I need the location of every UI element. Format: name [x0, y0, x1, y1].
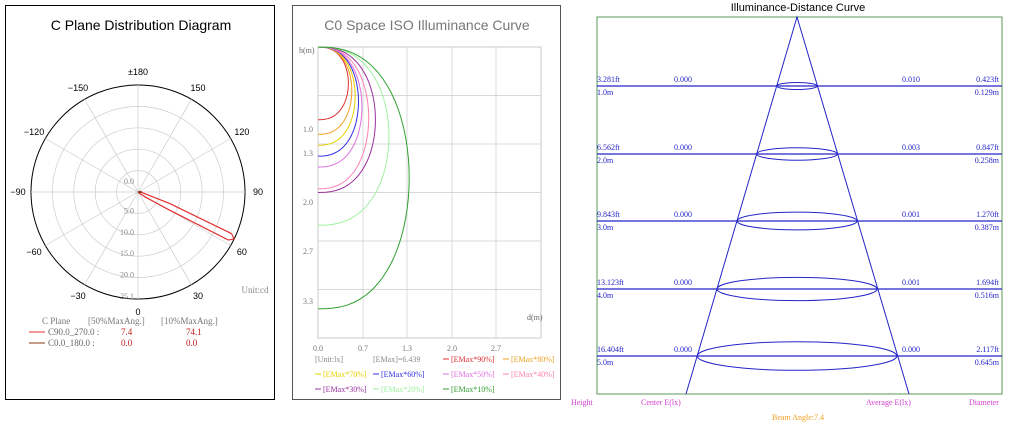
distance-center-e: 0.000	[674, 345, 692, 354]
distance-diam-ft: 0.423ft	[976, 75, 1000, 84]
distance-diam-m: 0.258m	[975, 156, 1000, 165]
distance-average-e: 0.000	[902, 345, 920, 354]
distance-chart: Illuminance-Distance Curve 3.281ft 1.0m 0.…	[571, 2, 1003, 422]
distance-height-ft: 13.123ft	[597, 278, 625, 287]
distance-height-ft: 9.843ft	[597, 210, 621, 219]
distance-height-m: 3.0m	[597, 223, 614, 232]
distance-diam-m: 0.129m	[975, 88, 1000, 97]
distance-frame	[596, 16, 1003, 395]
distance-diam-ft: 2.117ft	[976, 345, 999, 354]
distance-height-m: 2.0m	[597, 156, 614, 165]
distance-average-e: 0.003	[902, 143, 920, 152]
distance-height-m: 4.0m	[597, 291, 614, 300]
distance-rows: 3.281ft 1.0m 0.000 0.010 0.423ft 0.129m 6.562f…	[597, 75, 1002, 371]
distance-height-m: 1.0m	[597, 88, 614, 97]
distance-diam-ft: 1.270ft	[976, 210, 1000, 219]
distance-diam-m: 0.645m	[975, 358, 1000, 367]
distance-average-e: 0.010	[902, 75, 920, 84]
footer-average: Average E(lx)	[866, 398, 911, 407]
distance-diam-ft: 1.694ft	[976, 278, 1000, 287]
distance-average-e: 0.001	[902, 278, 920, 287]
distance-center-e: 0.000	[674, 75, 692, 84]
footer-height: Height	[571, 398, 594, 407]
distance-center-e: 0.000	[674, 210, 692, 219]
footer-center: Center E(lx)	[641, 398, 681, 407]
beam-cone	[685, 15, 910, 395]
distance-center-e: 0.000	[674, 143, 692, 152]
distance-height-m: 5.0m	[597, 358, 614, 367]
distance-center-e: 0.000	[674, 278, 692, 287]
distance-diam-m: 0.387m	[975, 223, 1000, 232]
distance-height-ft: 6.562ft	[597, 143, 621, 152]
distance-height-ft: 3.281ft	[597, 75, 621, 84]
distance-diam-ft: 0.847ft	[976, 143, 1000, 152]
distance-average-e: 0.001	[902, 210, 920, 219]
footer-diameter: Diameter	[969, 398, 999, 407]
distance-title: Illuminance-Distance Curve	[731, 2, 866, 14]
footer-beam-angle: Beam Angle:7.4	[772, 413, 824, 422]
distance-diam-m: 0.516m	[975, 291, 1000, 300]
distance-height-ft: 16.404ft	[597, 345, 625, 354]
